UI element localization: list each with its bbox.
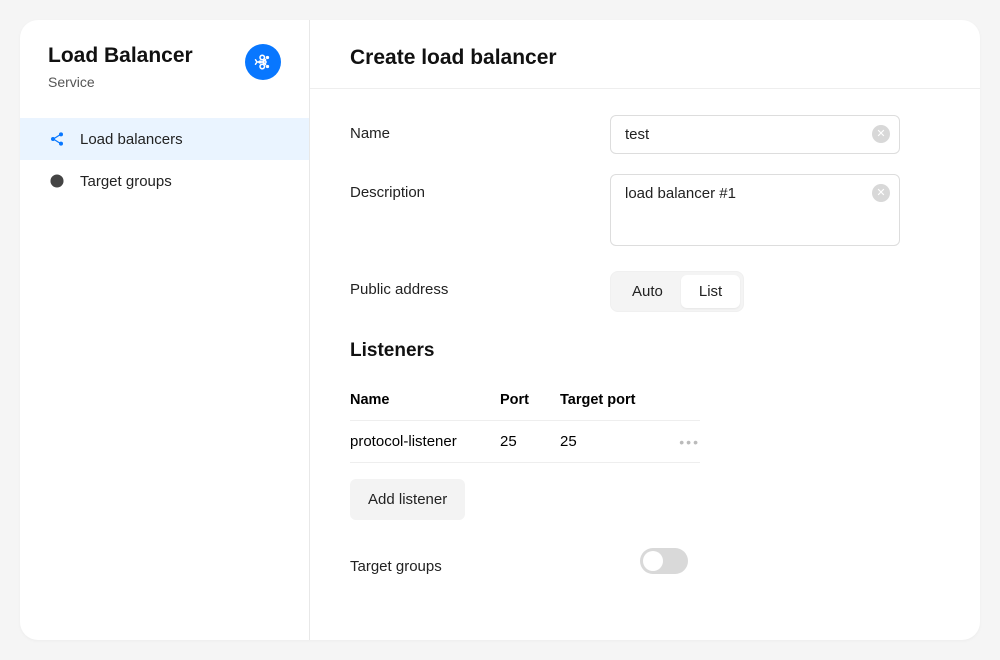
row-actions-icon[interactable]: •••: [679, 434, 700, 450]
name-label: Name: [350, 115, 610, 142]
service-icon[interactable]: [245, 44, 281, 80]
main-content: Create load balancer Name ✕ Description …: [310, 20, 980, 640]
public-address-segmented: Auto List: [610, 271, 744, 312]
public-address-label: Public address: [350, 271, 610, 298]
row-public-address: Public address Auto List: [350, 271, 940, 312]
cell-name: protocol-listener: [350, 433, 500, 450]
col-target-port: Target port: [560, 392, 660, 408]
cell-target-port: 25: [560, 433, 660, 450]
row-target-groups: Target groups: [350, 548, 940, 575]
description-label: Description: [350, 174, 610, 201]
sidebar-item-load-balancers[interactable]: Load balancers: [20, 118, 309, 160]
sidebar-item-label: Target groups: [80, 173, 172, 190]
sidebar-subtitle: Service: [48, 74, 193, 90]
sidebar-header: Load Balancer Service: [20, 44, 309, 108]
sidebar-title: Load Balancer: [48, 44, 193, 68]
description-input[interactable]: [610, 174, 900, 246]
target-icon: [48, 172, 66, 190]
toggle-knob: [643, 551, 663, 571]
col-name: Name: [350, 392, 500, 408]
table-header: Name Port Target port: [350, 380, 700, 421]
address-auto-option[interactable]: Auto: [614, 275, 681, 308]
divider: [310, 88, 980, 89]
listeners-title: Listeners: [350, 340, 940, 362]
table-row: protocol-listener 25 25 •••: [350, 421, 700, 463]
cell-port: 25: [500, 433, 560, 450]
sidebar-item-label: Load balancers: [80, 131, 183, 148]
share-icon: [48, 130, 66, 148]
address-list-option[interactable]: List: [681, 275, 740, 308]
page-title: Create load balancer: [350, 46, 940, 70]
target-groups-toggle[interactable]: [640, 548, 688, 574]
target-groups-label: Target groups: [350, 548, 640, 575]
sidebar-item-target-groups[interactable]: Target groups: [20, 160, 309, 202]
col-port: Port: [500, 392, 560, 408]
row-description: Description ✕: [350, 174, 940, 251]
clear-name-icon[interactable]: ✕: [872, 125, 890, 143]
add-listener-button[interactable]: Add listener: [350, 479, 465, 520]
name-input[interactable]: [610, 115, 900, 154]
sidebar-nav: Load balancers Target groups: [20, 118, 309, 202]
clear-description-icon[interactable]: ✕: [872, 184, 890, 202]
sidebar: Load Balancer Service Load balancers Tar…: [20, 20, 310, 640]
listeners-table: Name Port Target port protocol-listener …: [350, 380, 700, 463]
row-name: Name ✕: [350, 115, 940, 154]
